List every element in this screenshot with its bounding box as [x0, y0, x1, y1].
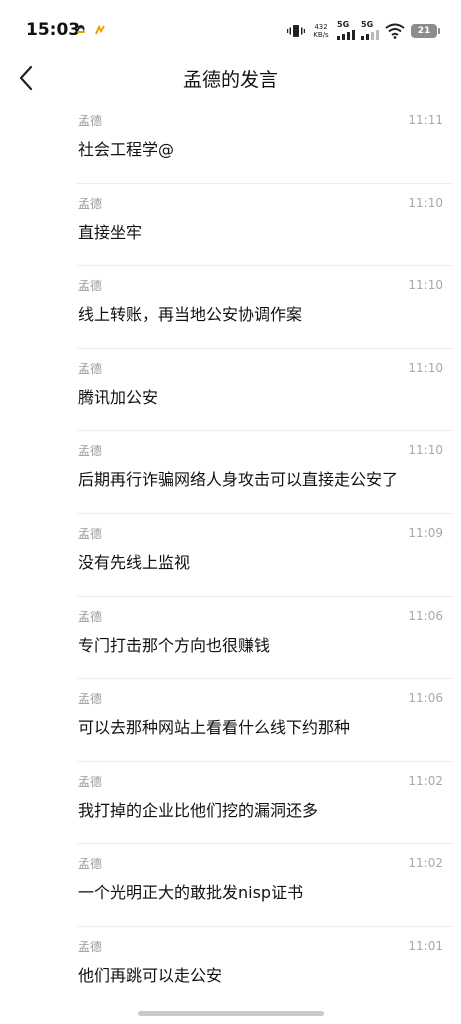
message-sender: 孟德: [78, 196, 103, 211]
status-indicators: 432 KB/s 5G 5G 21: [287, 18, 440, 44]
message-text: 他们再跳可以走公安: [78, 965, 223, 985]
message-item[interactable]: 孟德 11:01 他们再跳可以走公安: [0, 925, 461, 990]
divider: [76, 678, 453, 680]
message-text: 一个光明正大的敢批发nisp证书: [78, 883, 304, 903]
screen: 15:03 432 KB/s 5G 5G 21 孟德的发言 孟德 11:11 社…: [0, 0, 461, 1024]
message-sender: 孟德: [78, 609, 103, 624]
page-title: 孟德的发言: [182, 69, 278, 91]
message-time: 11:11: [408, 113, 443, 127]
signal-2-label: 5G: [361, 20, 374, 29]
message-item[interactable]: 孟德 11:10 直接坐牢: [0, 182, 461, 266]
message-text: 社会工程学@: [78, 140, 175, 159]
divider: [76, 512, 453, 514]
message-time: 11:02: [408, 856, 443, 871]
battery-icon: 21: [411, 24, 440, 38]
signal-2: 5G: [361, 20, 379, 40]
message-text: 可以去那种网站上看看什么线下约那种: [78, 718, 351, 738]
qq-icon: [77, 25, 85, 33]
message-text: 后期再行诈骗网络人身攻击可以直接走公安了: [78, 470, 399, 490]
divider: [76, 925, 453, 927]
message-sender: 孟德: [78, 444, 103, 459]
vibrate-icon: [287, 25, 305, 37]
message-sender: 孟德: [78, 774, 103, 789]
message-text: 我打掉的企业比他们挖的漏洞还多: [78, 800, 319, 820]
message-item[interactable]: 孟德 11:02 我打掉的企业比他们挖的漏洞还多: [0, 760, 461, 844]
message-time: 11:10: [408, 360, 443, 375]
message-item[interactable]: 孟德 11:10 线上转账，再当地公安协调作案: [0, 265, 461, 348]
message-sender: 孟德: [78, 526, 103, 541]
header: 孟德的发言: [0, 56, 461, 100]
signal-bars-icon: [337, 30, 355, 40]
message-item[interactable]: 孟德 11:06 专门打击那个方向也很赚钱: [0, 595, 461, 679]
app-notification-icon: [95, 24, 105, 35]
message-time: 11:01: [408, 938, 443, 953]
message-sender: 孟德: [78, 939, 103, 954]
divider: [76, 347, 453, 349]
wifi-icon: [385, 23, 405, 39]
message-time: 11:10: [408, 195, 443, 210]
divider: [76, 595, 453, 597]
divider: [76, 760, 453, 762]
network-speed-unit: KB/s: [313, 31, 329, 39]
signal-1: 5G: [337, 20, 355, 40]
status-time: 15:03: [26, 20, 81, 40]
message-time: 11:06: [408, 691, 443, 706]
message-sender: 孟德: [78, 692, 103, 707]
message-text: 直接坐牢: [78, 222, 143, 242]
message-time: 11:02: [408, 773, 443, 788]
message-text: 线上转账，再当地公安协调作案: [78, 305, 303, 325]
message-sender: 孟德: [78, 114, 103, 128]
signal-1-label: 5G: [337, 20, 350, 29]
message-item[interactable]: 孟德 11:02 一个光明正大的敢批发nisp证书: [0, 843, 461, 926]
message-item[interactable]: 孟德 11:11 社会工程学@: [0, 100, 461, 183]
divider: [76, 265, 453, 267]
message-item[interactable]: 孟德 11:06 可以去那种网站上看看什么线下约那种: [0, 678, 461, 761]
status-bar: 15:03 432 KB/s 5G 5G 21: [0, 0, 461, 56]
message-sender: 孟德: [78, 857, 103, 872]
message-time: 11:10: [408, 278, 443, 293]
message-item[interactable]: 孟德 11:10 后期再行诈骗网络人身攻击可以直接走公安了: [0, 430, 461, 513]
home-indicator[interactable]: [138, 1011, 324, 1016]
message-time: 11:09: [408, 525, 443, 540]
signal-bars-icon: [361, 30, 379, 40]
message-text: 专门打击那个方向也很赚钱: [78, 635, 271, 655]
message-item[interactable]: 孟德 11:09 没有先线上监视: [0, 512, 461, 596]
message-time: 11:06: [408, 608, 443, 623]
network-speed-value: 432: [314, 23, 328, 31]
divider: [76, 843, 453, 845]
message-text: 腾讯加公安: [78, 387, 159, 407]
network-speed: 432 KB/s: [311, 23, 331, 39]
divider: [76, 430, 453, 432]
message-sender: 孟德: [78, 279, 103, 294]
message-list[interactable]: 孟德 11:11 社会工程学@ 孟德 11:10 直接坐牢 孟德 11:10 线上转账，再当地公…: [0, 100, 461, 990]
message-item[interactable]: 孟德 11:10 腾讯加公安: [0, 347, 461, 431]
message-sender: 孟德: [78, 361, 103, 376]
message-text: 没有先线上监视: [78, 552, 191, 572]
message-time: 11:10: [408, 443, 443, 458]
divider: [76, 182, 453, 184]
